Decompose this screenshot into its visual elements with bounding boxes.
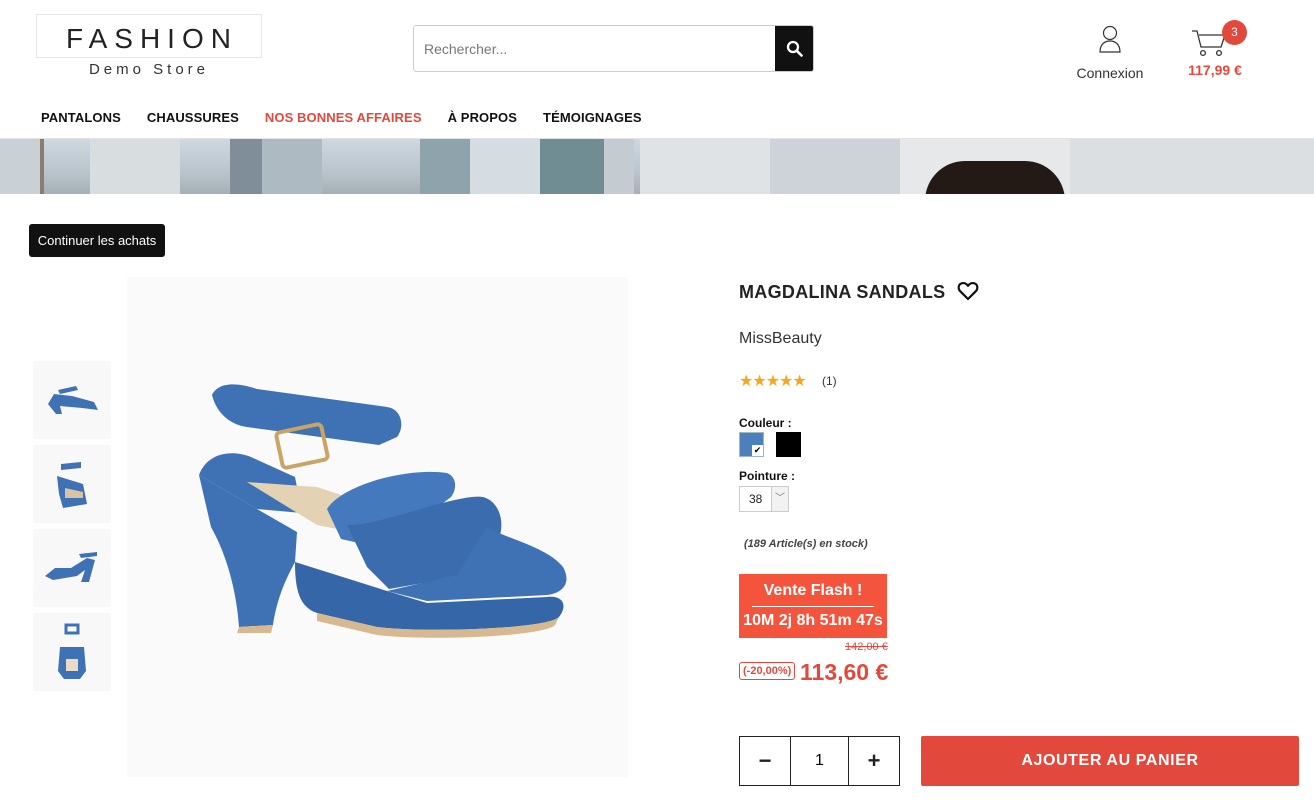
cart-total: 117,99 € (1188, 62, 1242, 78)
flash-sale-timer: 10M 2j 8h 51m 47s (743, 612, 883, 629)
rating-stars: ★★★★★ (739, 373, 807, 390)
quantity-stepper: − + (739, 736, 900, 786)
logo-subtitle: Demo Store (88, 61, 210, 78)
add-to-cart-button[interactable]: AJOUTER AU PANIER (921, 736, 1299, 786)
account-label: Connexion (1076, 65, 1144, 81)
account-link[interactable]: Connexion (1070, 24, 1150, 81)
nav-item-temoignages[interactable]: TÉMOIGNAGES (543, 110, 642, 125)
review-count[interactable]: (1) (822, 374, 837, 388)
search-input[interactable] (414, 26, 776, 71)
nav-item-a-propos[interactable]: À PROPOS (448, 110, 517, 125)
size-select[interactable]: 38 ﹀ (739, 486, 789, 512)
flash-sale-title: Vente Flash ! (763, 582, 863, 599)
check-icon: ✔ (752, 445, 763, 456)
thumbnail-list (33, 361, 111, 697)
continue-shopping-button[interactable]: Continuer les achats (29, 224, 165, 257)
wishlist-button[interactable] (957, 280, 979, 302)
color-swatch-blue[interactable]: ✔ (739, 432, 764, 457)
sandal-thumbnail-angle (57, 462, 87, 508)
nav-item-chaussures[interactable]: CHAUSSURES (147, 110, 239, 125)
main-nav: PANTALONS CHAUSSURES NOS BONNES AFFAIRES… (41, 110, 668, 125)
flash-sale-box: Vente Flash ! 10M 2j 8h 51m 47s (739, 574, 887, 638)
thumbnail-1[interactable] (33, 361, 111, 439)
sandal-thumbnail-back (45, 552, 97, 582)
logo-title: FASHION (66, 23, 238, 54)
product-main-image[interactable] (127, 277, 628, 777)
blue-sandal-image (199, 384, 567, 638)
product-title: MAGDALINA SANDALS (739, 282, 946, 302)
search-icon (786, 40, 803, 57)
size-value: 38 (749, 492, 763, 506)
user-icon (1099, 25, 1121, 53)
search-button[interactable] (775, 26, 813, 71)
size-label: Pointure : (739, 469, 795, 483)
quantity-input[interactable] (790, 737, 849, 785)
thumbnail-4[interactable] (33, 613, 111, 691)
cart-count-badge: 3 (1222, 20, 1247, 45)
color-swatch-black[interactable] (776, 432, 801, 457)
quantity-increase-button[interactable]: + (849, 737, 899, 785)
quantity-decrease-button[interactable]: − (740, 737, 790, 785)
stock-info: (189 Article(s) en stock) (744, 538, 868, 550)
product-brand[interactable]: MissBeauty (739, 330, 822, 348)
sandal-thumbnail-front (58, 623, 86, 679)
sandal-thumbnail-side (48, 386, 98, 414)
nav-item-bonnes-affaires[interactable]: NOS BONNES AFFAIRES (265, 110, 422, 125)
hero-banner (0, 139, 1314, 194)
flash-divider (752, 606, 874, 607)
chevron-down-icon: ﹀ (771, 487, 788, 511)
store-logo[interactable]: FASHION Demo Store (36, 14, 262, 78)
thumbnail-2[interactable] (33, 445, 111, 523)
nav-item-pantalons[interactable]: PANTALONS (41, 110, 121, 125)
discount-badge: (-20,00%) (739, 662, 796, 680)
search-bar (413, 25, 814, 72)
color-label: Couleur : (739, 416, 792, 430)
current-price: 113,60 € (800, 659, 889, 685)
heart-icon (957, 281, 979, 301)
thumbnail-3[interactable] (33, 529, 111, 607)
old-price: 142,00 € (845, 641, 888, 653)
